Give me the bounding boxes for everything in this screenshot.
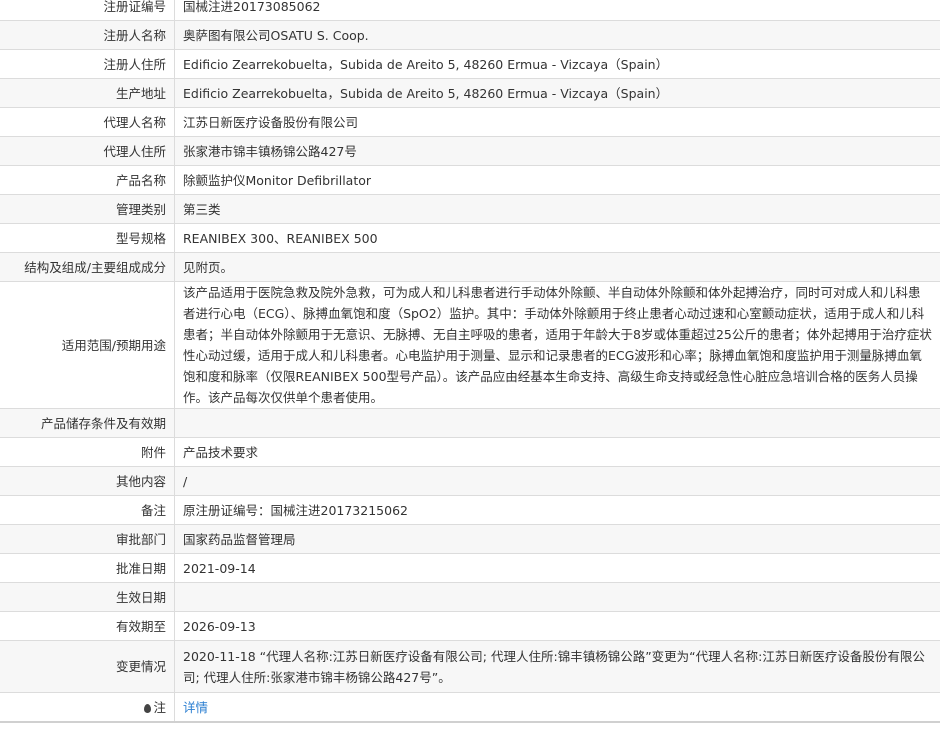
field-value: Edificio Zearrekobuelta，Subida de Areito… bbox=[174, 49, 940, 79]
field-label: 附件 bbox=[0, 437, 175, 467]
note-label: 注 bbox=[0, 692, 175, 722]
field-label: 产品储存条件及有效期 bbox=[0, 408, 175, 438]
field-value: 见附页。 bbox=[174, 252, 940, 282]
field-label: 管理类别 bbox=[0, 194, 175, 224]
field-label: 变更情况 bbox=[0, 640, 175, 693]
field-label: 注册人住所 bbox=[0, 49, 175, 79]
table-row: 附件 产品技术要求 bbox=[0, 437, 940, 467]
table-row: 变更情况 2020-11-18 “代理人名称:江苏日新医疗设备有限公司; 代理人住… bbox=[0, 640, 940, 693]
field-value: 第三类 bbox=[174, 194, 940, 224]
field-value: 2021-09-14 bbox=[174, 553, 940, 583]
table-row: 型号规格 REANIBEX 300、REANIBEX 500 bbox=[0, 223, 940, 253]
table-row: 生效日期 bbox=[0, 582, 940, 612]
table-row: 产品名称 除颤监护仪Monitor Defibrillator bbox=[0, 165, 940, 195]
table-row: 其他内容 / bbox=[0, 466, 940, 496]
table-row: 代理人名称 江苏日新医疗设备股份有限公司 bbox=[0, 107, 940, 137]
table-row: 注册人住所 Edificio Zearrekobuelta，Subida de A… bbox=[0, 49, 940, 79]
field-value: 2020-11-18 “代理人名称:江苏日新医疗设备有限公司; 代理人住所:锦丰… bbox=[174, 640, 940, 693]
table-row: 审批部门 国家药品监督管理局 bbox=[0, 524, 940, 554]
field-value: 张家港市锦丰镇杨锦公路427号 bbox=[174, 136, 940, 166]
field-label: 审批部门 bbox=[0, 524, 175, 554]
registration-detail-table: 注册证编号 国械注进20173085062 注册人名称 奥萨图有限公司OSATU S.… bbox=[0, 0, 940, 723]
field-value: 奥萨图有限公司OSATU S. Coop. bbox=[174, 20, 940, 50]
table-row: 生产地址 Edificio Zearrekobuelta，Subida de Ar… bbox=[0, 78, 940, 108]
table-row: 备注 原注册证编号：国械注进20173215062 bbox=[0, 495, 940, 525]
table-row: 批准日期 2021-09-14 bbox=[0, 553, 940, 583]
field-label: 注册人名称 bbox=[0, 20, 175, 50]
table-row: 有效期至 2026-09-13 bbox=[0, 611, 940, 641]
field-label: 批准日期 bbox=[0, 553, 175, 583]
field-value: REANIBEX 300、REANIBEX 500 bbox=[174, 223, 940, 253]
field-label: 其他内容 bbox=[0, 466, 175, 496]
field-label: 代理人名称 bbox=[0, 107, 175, 137]
field-value bbox=[174, 408, 940, 438]
table-row: 代理人住所 张家港市锦丰镇杨锦公路427号 bbox=[0, 136, 940, 166]
field-label: 型号规格 bbox=[0, 223, 175, 253]
field-label: 适用范围/预期用途 bbox=[0, 281, 175, 409]
field-value: 产品技术要求 bbox=[174, 437, 940, 467]
field-label: 注册证编号 bbox=[0, 0, 175, 21]
field-label: 备注 bbox=[0, 495, 175, 525]
table-row: 适用范围/预期用途 该产品适用于医院急救及院外急救，可为成人和儿科患者进行手动体外… bbox=[0, 281, 940, 409]
field-value: 2026-09-13 bbox=[174, 611, 940, 641]
field-value: 国械注进20173085062 bbox=[183, 0, 321, 14]
details-link[interactable]: 详情 bbox=[183, 700, 208, 715]
field-label: 结构及组成/主要组成成分 bbox=[0, 252, 175, 282]
note-row: 注 详情 bbox=[0, 692, 940, 722]
field-value: Edificio Zearrekobuelta，Subida de Areito… bbox=[174, 78, 940, 108]
field-value: 江苏日新医疗设备股份有限公司 bbox=[174, 107, 940, 137]
map-pin-icon bbox=[144, 703, 152, 713]
field-label: 有效期至 bbox=[0, 611, 175, 641]
field-value: / bbox=[174, 466, 940, 496]
field-value: 国家药品监督管理局 bbox=[174, 524, 940, 554]
table-row: 结构及组成/主要组成成分 见附页。 bbox=[0, 252, 940, 282]
field-label: 产品名称 bbox=[0, 165, 175, 195]
note-label-text: 注 bbox=[153, 699, 166, 715]
field-value: 原注册证编号：国械注进20173215062 bbox=[174, 495, 940, 525]
field-label: 生效日期 bbox=[0, 582, 175, 612]
table-row: 管理类别 第三类 bbox=[0, 194, 940, 224]
field-label: 生产地址 bbox=[0, 78, 175, 108]
table-row: 注册人名称 奥萨图有限公司OSATU S. Coop. bbox=[0, 20, 940, 50]
field-value: 除颤监护仪Monitor Defibrillator bbox=[174, 165, 940, 195]
table-row: 产品储存条件及有效期 bbox=[0, 408, 940, 438]
field-value bbox=[174, 582, 940, 612]
field-value: 该产品适用于医院急救及院外急救，可为成人和儿科患者进行手动体外除颤、半自动体外除… bbox=[174, 281, 940, 409]
table-row: 注册证编号 国械注进20173085062 bbox=[0, 0, 940, 21]
field-label: 代理人住所 bbox=[0, 136, 175, 166]
